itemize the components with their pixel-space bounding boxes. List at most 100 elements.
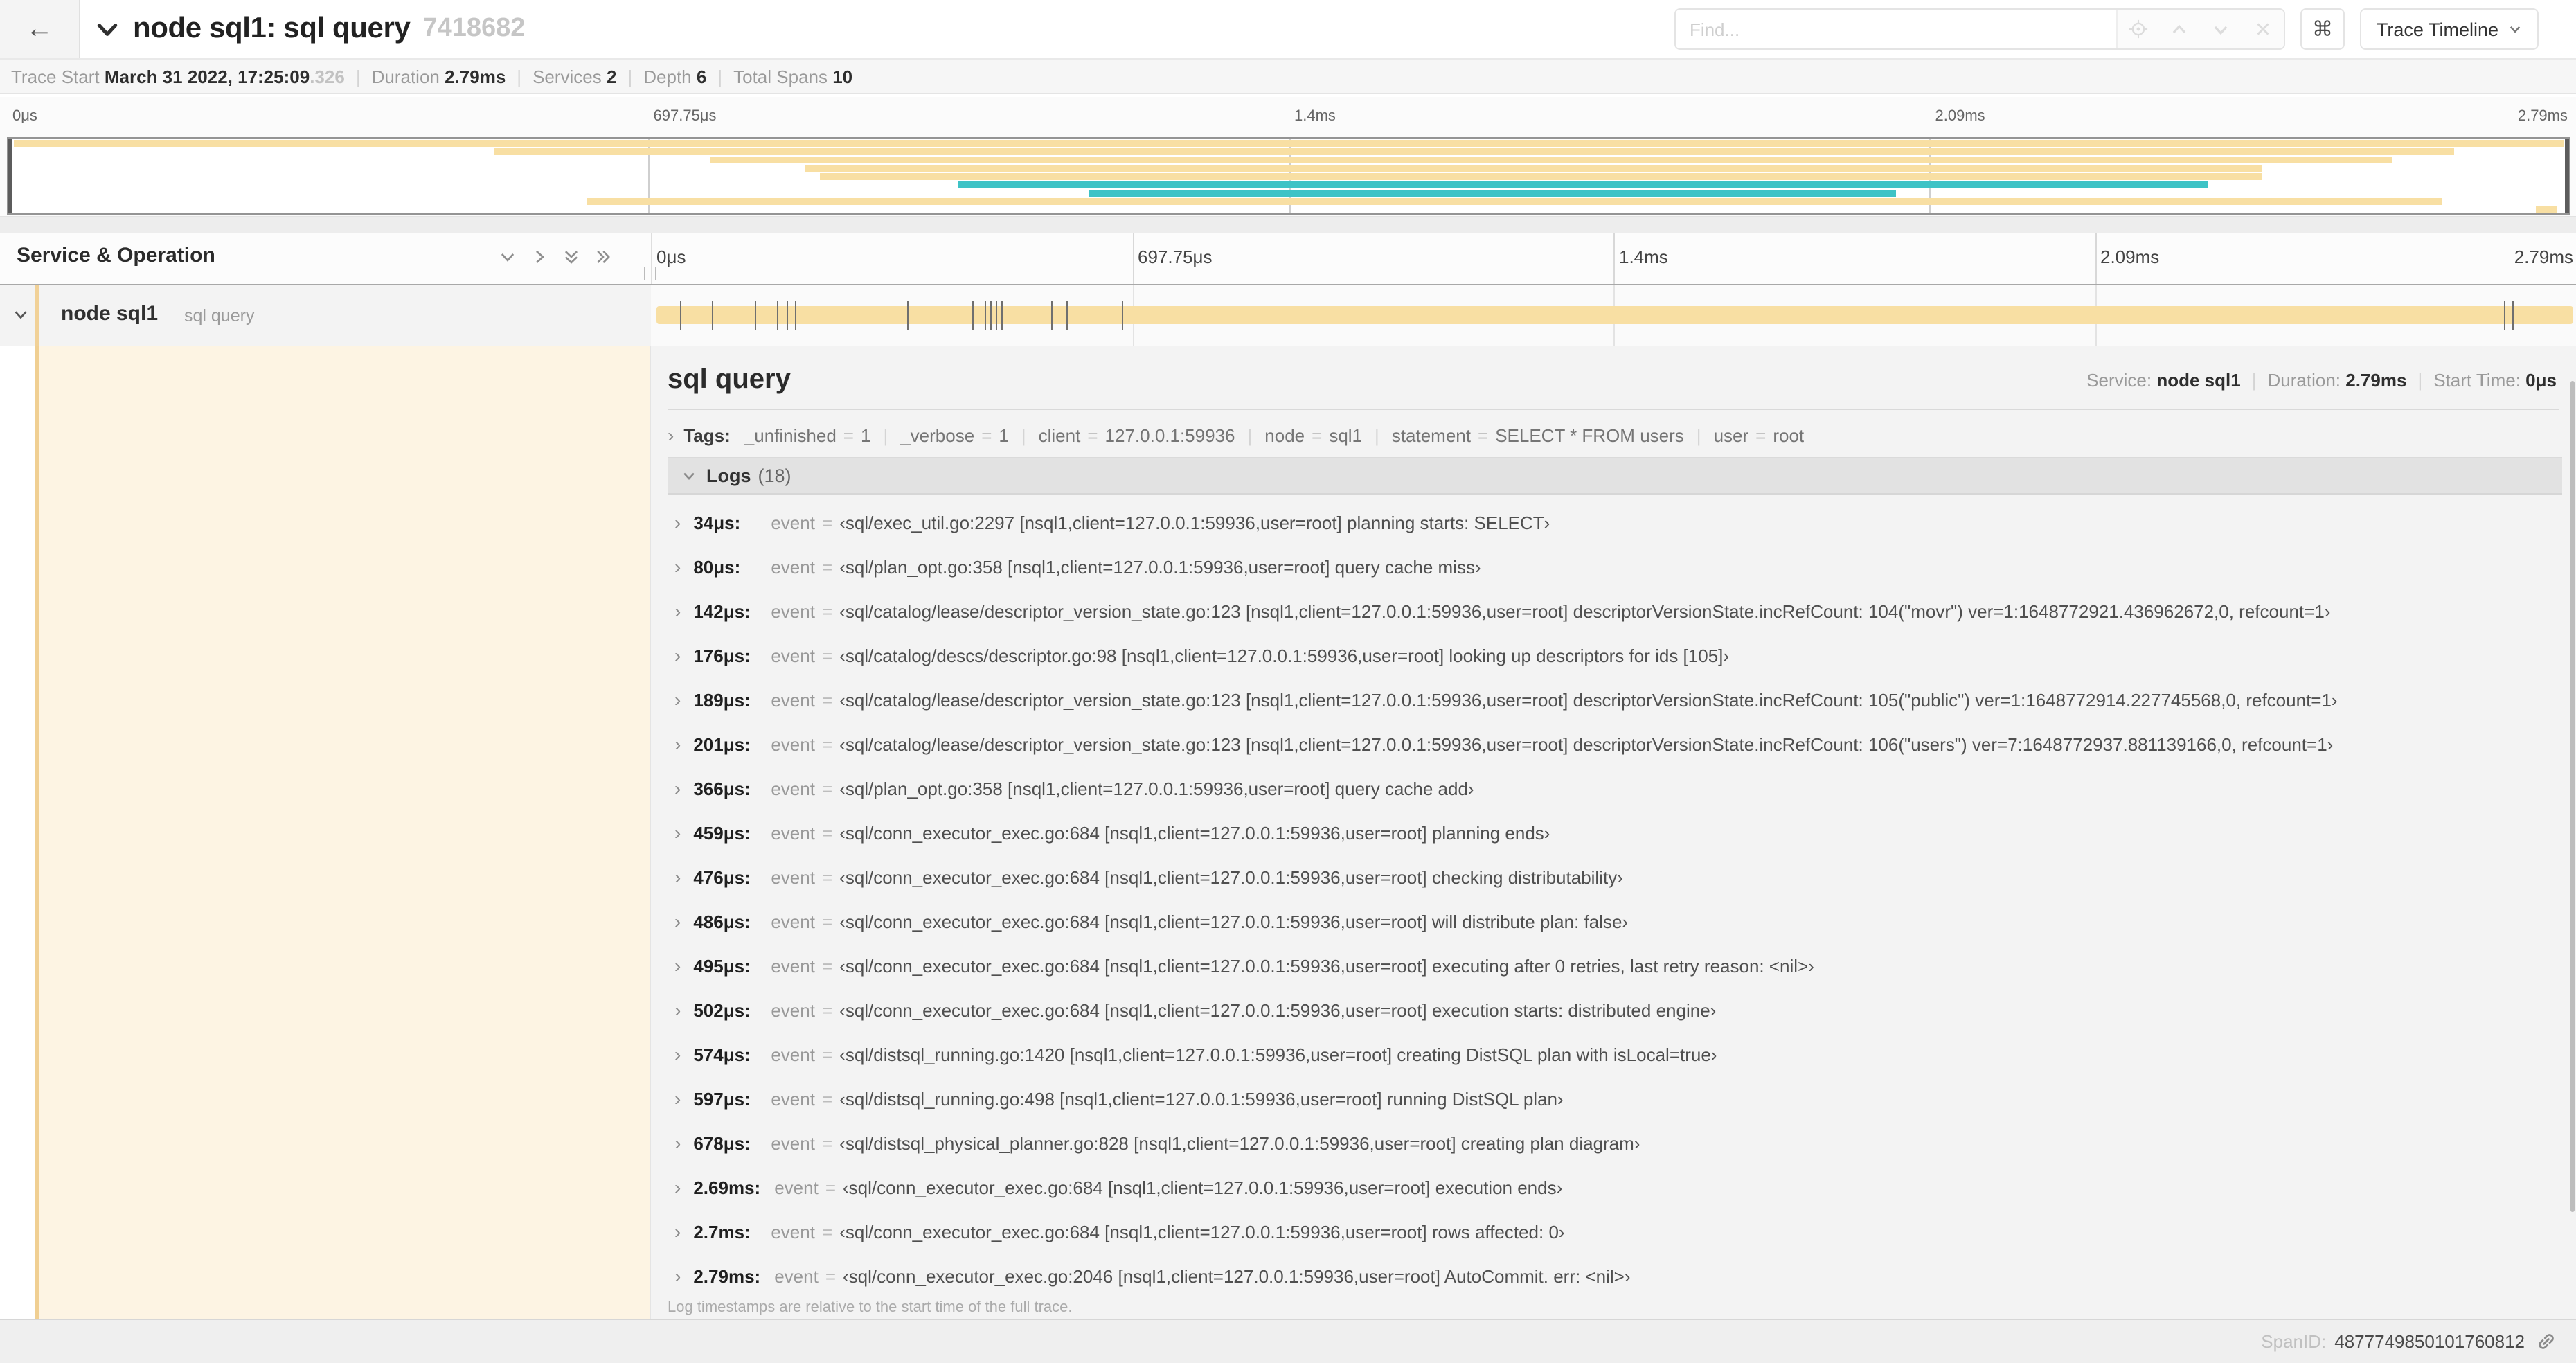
- log-field-value: ‹sql/conn_executor_exec.go:684 [nsql1,cl…: [843, 1177, 1563, 1197]
- separator: |: [517, 66, 522, 87]
- meta-value: node sql1: [2156, 369, 2241, 390]
- log-field-value: ‹sql/conn_executor_exec.go:684 [nsql1,cl…: [839, 1221, 1565, 1242]
- tag-item[interactable]: statement = SELECT * FROM users: [1392, 425, 1684, 445]
- stat-item: Trace Start March 31 2022, 17:25:09.326: [11, 66, 345, 87]
- collapse-span-icon[interactable]: [12, 306, 29, 323]
- stat-label: Trace Start: [11, 66, 105, 87]
- separator: |: [1021, 425, 1026, 445]
- log-timestamp: 2.7ms:: [693, 1221, 751, 1242]
- view-type-select[interactable]: Trace Timeline: [2359, 8, 2539, 50]
- clear-find-icon[interactable]: [2242, 10, 2284, 48]
- collapse-trace-header-icon[interactable]: [96, 17, 119, 41]
- log-field-value: ‹sql/plan_opt.go:358 [nsql1,client=127.0…: [839, 778, 1474, 799]
- equals: =: [821, 556, 833, 577]
- tag-item[interactable]: _verbose = 1: [900, 425, 1009, 445]
- log-entry[interactable]: › 574μs: event = ‹sql/distsql_running.go:142…: [674, 1032, 2562, 1076]
- log-entry[interactable]: › 2.69ms: event = ‹sql/conn_executor_exec.go…: [674, 1165, 2562, 1209]
- log-field-key: event: [771, 1221, 815, 1242]
- log-entry[interactable]: › 2.79ms: event = ‹sql/conn_executor_exec.go…: [674, 1254, 2562, 1298]
- tag-value: 1: [999, 425, 1009, 445]
- log-field-value: ‹sql/plan_opt.go:358 [nsql1,client=127.0…: [839, 556, 1481, 577]
- chevron-right-icon: ›: [674, 600, 681, 622]
- log-field-key: event: [771, 512, 815, 533]
- collapse-controls: [499, 248, 612, 266]
- log-entry[interactable]: › 2.7ms: event = ‹sql/conn_executor_exec.go:…: [674, 1209, 2562, 1254]
- log-entry[interactable]: › 486μs: event = ‹sql/conn_executor_exec.go:…: [674, 899, 2562, 943]
- log-field-key: event: [774, 1177, 819, 1197]
- trace-timeline-view: ← node sql1: sql query 7418682 Find... ⌘…: [0, 0, 2576, 1363]
- equals: =: [821, 1044, 833, 1064]
- span-row-timeline[interactable]: [651, 285, 2576, 346]
- find-group: [1674, 8, 2285, 50]
- log-entry[interactable]: › 678μs: event = ‹sql/distsql_physical_plann…: [674, 1121, 2562, 1165]
- copy-link-icon[interactable]: [2536, 1331, 2557, 1352]
- stat-label: Depth: [643, 66, 697, 87]
- log-entry[interactable]: › 176μs: event = ‹sql/catalog/descs/descript…: [674, 633, 2562, 677]
- meta-label: Start Time:: [2433, 369, 2526, 390]
- prev-result-icon[interactable]: [2159, 10, 2201, 48]
- minimap-span-bar: [1089, 190, 1896, 197]
- back-button[interactable]: ←: [0, 0, 80, 58]
- equals: =: [1312, 425, 1323, 445]
- expand-all-icon[interactable]: [594, 248, 612, 266]
- tag-item[interactable]: _unfinished = 1: [744, 425, 871, 445]
- span-rows: node sql1 sql query: [0, 285, 2576, 346]
- equals: =: [825, 1177, 836, 1197]
- log-field-key: event: [771, 645, 815, 666]
- log-marker: [2504, 301, 2506, 330]
- log-entry[interactable]: › 502μs: event = ‹sql/conn_executor_exec.go:…: [674, 988, 2562, 1032]
- log-timestamp: 2.79ms:: [693, 1265, 761, 1286]
- log-field-key: event: [771, 778, 815, 799]
- logs-footnote: Log timestamps are relative to the start…: [668, 1299, 1073, 1316]
- log-entry[interactable]: › 189μs: event = ‹sql/catalog/lease/descript…: [674, 677, 2562, 722]
- log-field-value: ‹sql/conn_executor_exec.go:684 [nsql1,cl…: [839, 866, 1623, 887]
- tag-item[interactable]: client = 127.0.0.1:59936: [1039, 425, 1235, 445]
- log-entry[interactable]: › 495μs: event = ‹sql/conn_executor_exec.go:…: [674, 943, 2562, 988]
- logs-header[interactable]: Logs (18): [668, 457, 2562, 495]
- command-icon: ⌘: [2311, 18, 2333, 42]
- collapse-all-icon[interactable]: [562, 248, 580, 266]
- tag-key: node: [1264, 425, 1305, 445]
- next-result-icon[interactable]: [2201, 10, 2242, 48]
- tag-item[interactable]: node = sql1: [1264, 425, 1362, 445]
- locate-icon[interactable]: [2118, 10, 2159, 48]
- log-timestamp: 574μs:: [693, 1044, 751, 1064]
- log-entry[interactable]: › 142μs: event = ‹sql/catalog/lease/descript…: [674, 589, 2562, 633]
- span-row-label[interactable]: node sql1 sql query: [0, 285, 652, 346]
- log-entry[interactable]: › 476μs: event = ‹sql/conn_executor_exec.go:…: [674, 855, 2562, 899]
- log-field-key: event: [771, 1132, 815, 1153]
- tag-key: user: [1713, 425, 1749, 445]
- separator: |: [1247, 425, 1253, 445]
- log-field-key: event: [771, 999, 815, 1020]
- tag-item[interactable]: user = root: [1714, 425, 1805, 445]
- log-marker: [712, 301, 714, 330]
- keyboard-shortcuts-button[interactable]: ⌘: [2300, 8, 2345, 50]
- log-entry[interactable]: › 459μs: event = ‹sql/conn_executor_exec.go:…: [674, 810, 2562, 855]
- log-field-key: event: [771, 689, 815, 710]
- minimap-canvas[interactable]: [7, 137, 2570, 215]
- expand-one-icon[interactable]: [530, 248, 548, 266]
- log-entry[interactable]: › 201μs: event = ‹sql/catalog/lease/descript…: [674, 722, 2562, 766]
- find-input[interactable]: [1675, 10, 2116, 48]
- log-marker: [995, 301, 997, 330]
- log-entry[interactable]: › 80μs: event = ‹sql/plan_opt.go:358 [nsql1,…: [674, 544, 2562, 589]
- log-entry[interactable]: › 366μs: event = ‹sql/plan_opt.go:358 [nsql1…: [674, 766, 2562, 810]
- log-marker: [787, 301, 789, 330]
- log-entry[interactable]: › 597μs: event = ‹sql/distsql_running.go:498…: [674, 1076, 2562, 1121]
- log-entry[interactable]: › 34μs: event = ‹sql/exec_util.go:2297 [nsql…: [674, 500, 2562, 544]
- collapse-one-icon[interactable]: [499, 248, 517, 266]
- log-timestamp: 678μs:: [693, 1132, 751, 1153]
- equals: =: [981, 425, 992, 445]
- meta-label: Service:: [2086, 369, 2157, 390]
- tags-row[interactable]: › Tags: _unfinished = 1 | _verbose = 1 | client =…: [668, 417, 2562, 453]
- equals: =: [821, 733, 833, 754]
- stat-item: Total Spans 10: [733, 66, 852, 87]
- separator: |: [2251, 369, 2257, 390]
- equals: =: [821, 822, 833, 843]
- service-operation-title: Service & Operation: [17, 244, 215, 267]
- log-marker: [754, 301, 756, 330]
- chevron-right-icon: ›: [674, 1132, 681, 1154]
- log-field-key: event: [771, 822, 815, 843]
- scrollbar-thumb[interactable]: [2570, 381, 2575, 1212]
- stat-value: 2: [607, 66, 617, 87]
